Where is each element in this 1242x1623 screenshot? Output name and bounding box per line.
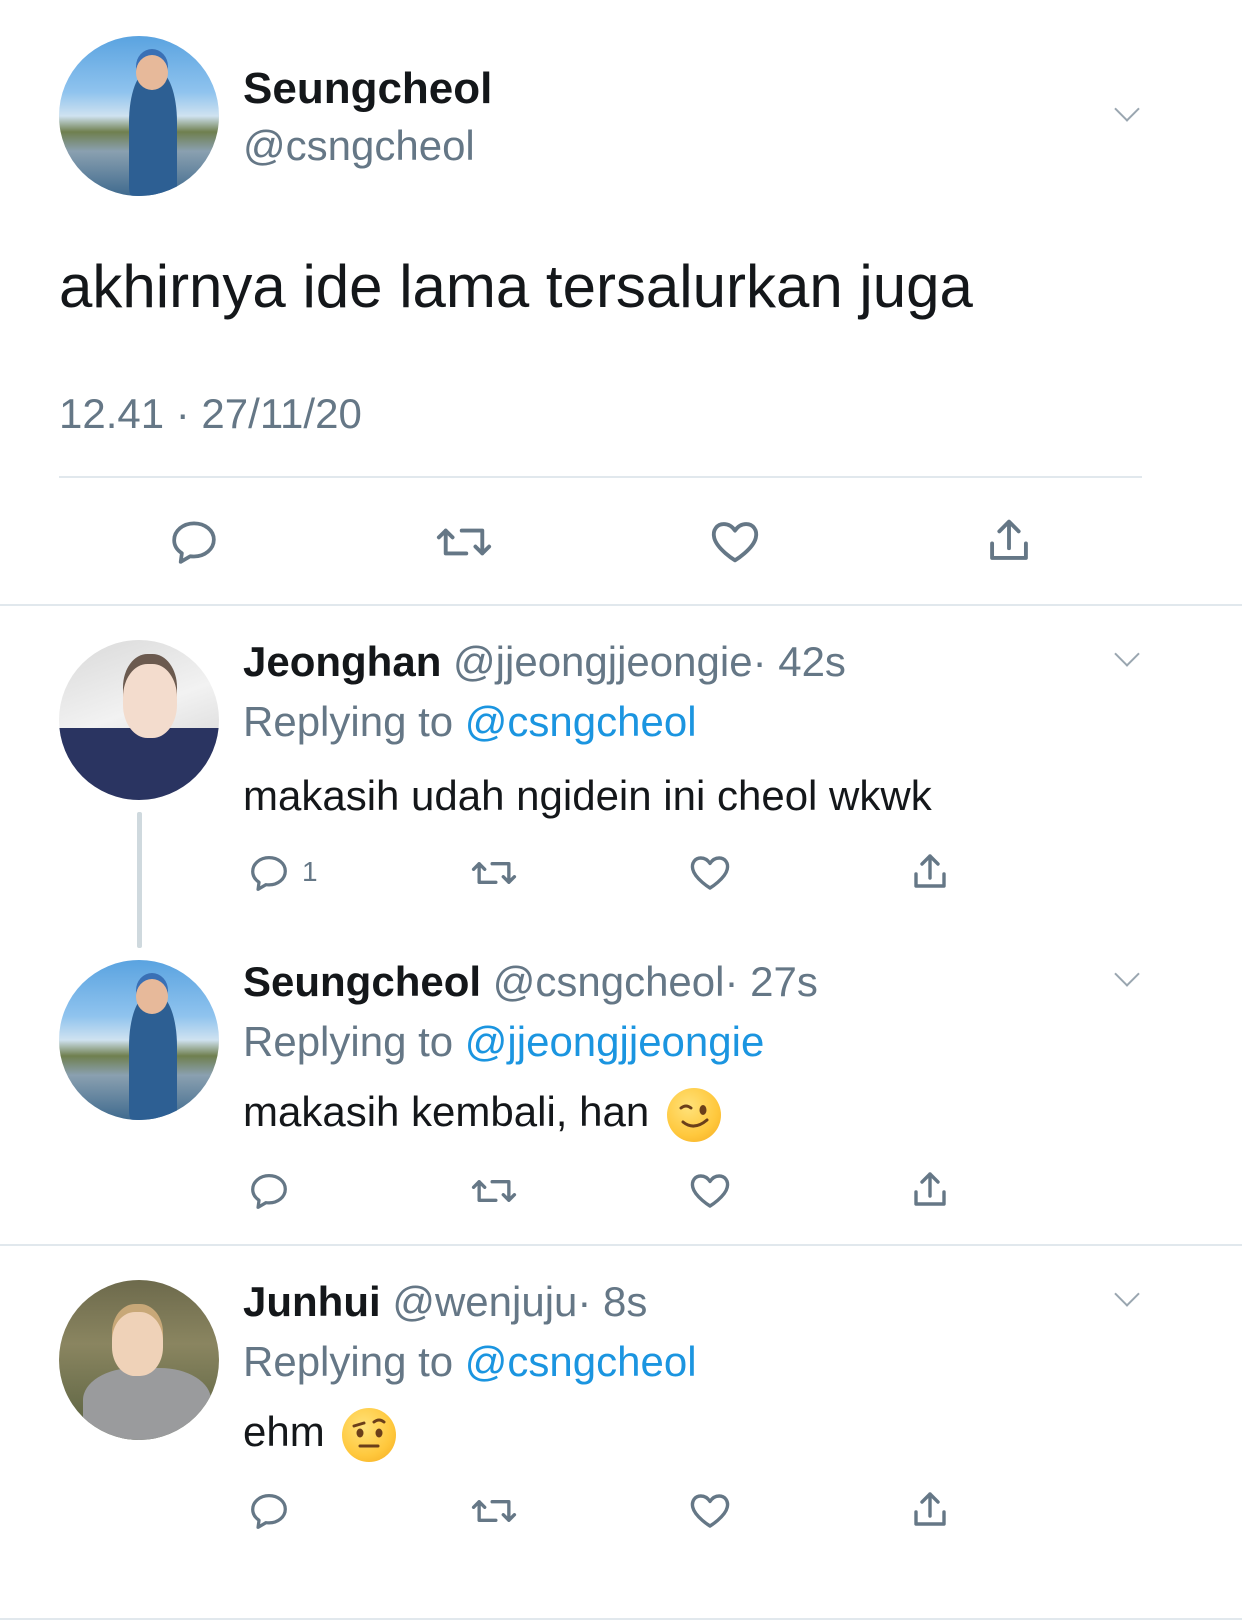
reply-icon[interactable] [246, 850, 292, 896]
reply-text: makasih udah ngidein ini cheol wkwk [243, 772, 932, 819]
reply-text: ehm [243, 1408, 325, 1456]
author-handle[interactable]: @wenjuju [392, 1278, 577, 1325]
author-name[interactable]: Seungcheol [243, 64, 492, 114]
replying-label: Replying to [243, 1018, 454, 1065]
author-handle[interactable]: @csngcheol [493, 958, 725, 1005]
tweet-text: akhirnya ide lama tersalurkan juga [59, 253, 973, 320]
mention-link[interactable]: @csngcheol [465, 698, 697, 745]
heart-icon[interactable] [686, 1166, 734, 1214]
reply-header: Jeonghan @jjeongjjeongie· 42s [243, 638, 846, 686]
replying-to: Replying to @csngcheol [243, 698, 697, 746]
chevron-down-icon[interactable] [1114, 641, 1140, 667]
share-icon[interactable] [906, 1486, 954, 1534]
divider [59, 476, 1142, 478]
reply-time: · 8s [577, 1278, 648, 1325]
chevron-down-icon[interactable] [1114, 1281, 1140, 1307]
mention-link[interactable]: @jjeongjjeongie [465, 1018, 765, 1065]
retweet-icon[interactable] [468, 1488, 520, 1534]
reply-time: · 42s [752, 638, 846, 685]
divider [0, 604, 1242, 606]
replying-to: Replying to @jjeongjjeongie [243, 1018, 764, 1066]
replying-label: Replying to [243, 1338, 454, 1385]
avatar[interactable] [59, 36, 219, 196]
thread-line [137, 812, 142, 948]
author-name[interactable]: Seungcheol [243, 958, 481, 1005]
reply-body: ehm [243, 1408, 397, 1462]
reply-count: 1 [302, 856, 318, 887]
reply-header: Seungcheol @csngcheol· 27s [243, 958, 818, 1006]
reply-icon[interactable] [246, 1168, 292, 1214]
reply-text: makasih kembali, han [243, 1088, 650, 1136]
retweet-icon[interactable] [468, 1168, 520, 1214]
avatar[interactable] [59, 640, 219, 800]
share-icon[interactable] [980, 512, 1038, 570]
reply-time: · 27s [724, 958, 818, 1005]
avatar[interactable] [59, 960, 219, 1120]
author-handle[interactable]: @jjeongjjeongie [453, 638, 753, 685]
heart-icon[interactable] [706, 512, 764, 570]
replying-to: Replying to @csngcheol [243, 1338, 697, 1386]
author-name[interactable]: Junhui [243, 1278, 381, 1325]
mention-link[interactable]: @csngcheol [465, 1338, 697, 1385]
chevron-down-icon[interactable] [1114, 96, 1140, 122]
reply-icon[interactable] [246, 1488, 292, 1534]
replying-label: Replying to [243, 698, 454, 745]
chevron-down-icon[interactable] [1114, 961, 1140, 987]
reply-body: makasih kembali, han [243, 1088, 721, 1142]
divider [0, 1618, 1242, 1620]
reply-header: Junhui @wenjuju· 8s [243, 1278, 647, 1326]
timestamp[interactable]: 12.41 · 27/11/20 [59, 390, 362, 438]
retweet-icon[interactable] [432, 514, 496, 570]
avatar[interactable] [59, 1280, 219, 1440]
heart-icon[interactable] [686, 848, 734, 896]
share-icon[interactable] [906, 1166, 954, 1214]
author-handle[interactable]: @csngcheol [243, 122, 475, 170]
heart-icon[interactable] [686, 1486, 734, 1534]
divider [0, 1244, 1242, 1246]
reply-icon[interactable] [166, 514, 222, 570]
winking-face-emoji [666, 1088, 721, 1142]
author-name[interactable]: Jeonghan [243, 638, 441, 685]
retweet-icon[interactable] [468, 850, 520, 896]
face-with-raised-eyebrow-emoji [342, 1408, 397, 1462]
share-icon[interactable] [906, 848, 954, 896]
